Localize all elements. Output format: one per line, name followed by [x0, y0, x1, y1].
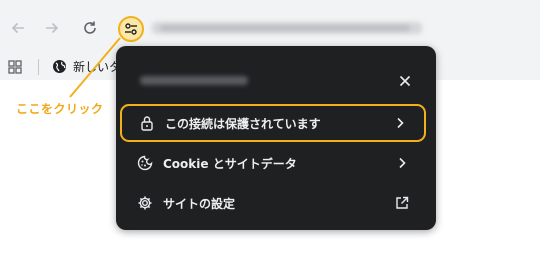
site-settings-label: サイトの設定: [163, 196, 236, 211]
popup-site-title: [140, 76, 248, 85]
close-icon: [399, 75, 411, 87]
connection-secure-item[interactable]: この接続は保護されています: [120, 104, 426, 142]
chevron-right-icon: [397, 117, 404, 129]
chevron-right-icon: [399, 157, 406, 169]
cookie-site-data-label: Cookie とサイトデータ: [163, 156, 297, 171]
lock-icon: [141, 116, 153, 131]
cookie-site-data-item[interactable]: Cookie とサイトデータ: [120, 144, 426, 182]
open-in-new-icon: [396, 196, 409, 209]
annotation-label: ここをクリック: [16, 102, 104, 116]
site-info-popup: この接続は保護されています Cookie とサイトデータ サイトの設定: [116, 46, 436, 230]
connection-secure-label: この接続は保護されています: [165, 116, 321, 131]
gear-icon: [138, 196, 152, 210]
cookie-icon: [137, 155, 153, 171]
close-button[interactable]: [396, 72, 414, 90]
site-settings-item[interactable]: サイトの設定: [120, 184, 426, 222]
